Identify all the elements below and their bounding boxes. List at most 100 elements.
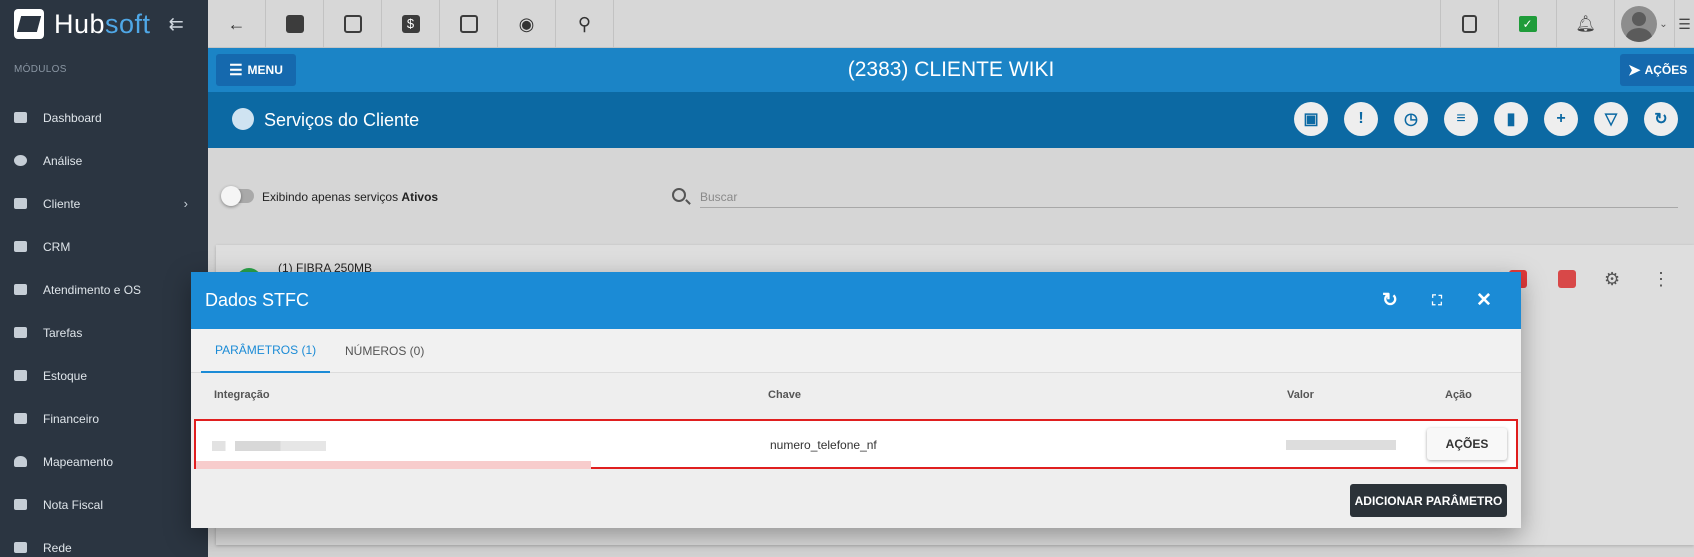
chevron-down-icon: ⌄	[1659, 18, 1668, 30]
check-badge-icon: ✓	[1518, 16, 1537, 32]
client-header: ☰ MENU (2383) CLIENTE WIKI ➤ AÇÕES	[208, 48, 1694, 92]
globe-icon	[232, 108, 254, 130]
alert-message-button[interactable]: !	[1344, 102, 1378, 136]
sidebar-item-label: Dashboard	[43, 110, 102, 125]
brand-wordmark: Hubsoft	[54, 9, 151, 40]
toggle-label: Exibindo apenas serviços Ativos	[262, 190, 438, 204]
pdf-button[interactable]	[1440, 0, 1498, 48]
eye-icon: ◉	[518, 13, 535, 34]
search-icon: ⚲	[577, 13, 592, 34]
sidebar-item-label: CRM	[43, 239, 71, 254]
contact-button[interactable]	[266, 0, 324, 48]
terminal-button[interactable]	[440, 0, 498, 48]
search-input[interactable]	[700, 186, 1678, 208]
pie-chart-icon	[14, 155, 27, 166]
pdf-icon	[1462, 15, 1477, 33]
sidebar: Hubsoft ⇇ MÓDULOS Dashboard Análise Clie…	[0, 0, 208, 557]
sidebar-item-atendimento[interactable]: Atendimento e OS	[0, 268, 208, 311]
invoice-icon[interactable]	[1558, 270, 1576, 288]
view-button[interactable]: ◉	[498, 0, 556, 48]
fullscreen-button[interactable]: ⛶	[1423, 286, 1451, 314]
sidebar-item-dashboard[interactable]: Dashboard	[0, 96, 208, 139]
tab-numeros[interactable]: NÚMEROS (0)	[331, 329, 438, 373]
row-actions-button[interactable]: AÇÕES	[1427, 428, 1507, 460]
fullscreen-icon: ⛶	[1432, 291, 1442, 308]
box-icon	[14, 370, 27, 381]
arrow-collapse-icon[interactable]: ⇇	[169, 14, 184, 35]
sidebar-item-analise[interactable]: Análise	[0, 139, 208, 182]
document-button[interactable]: ▮	[1494, 102, 1528, 136]
calendar-clock-icon	[14, 284, 27, 295]
actions-label: AÇÕES	[1644, 63, 1688, 77]
invoice-icon	[14, 499, 27, 510]
sidebar-item-label: Mapeamento	[43, 454, 114, 469]
reload-button[interactable]: ↻	[1376, 286, 1404, 314]
brand-word-2: soft	[105, 8, 151, 39]
tab-parametros[interactable]: PARÂMETROS (1)	[201, 329, 331, 373]
list-button[interactable]: ≡	[1444, 102, 1478, 136]
filter-button[interactable]: ▽	[1594, 102, 1628, 136]
dialog-title: Dados STFC	[205, 290, 310, 310]
sidebar-item-tarefas[interactable]: Tarefas	[0, 311, 208, 354]
actions-button[interactable]: ➤ AÇÕES	[1620, 54, 1694, 86]
filter-icon: ▽	[1604, 111, 1618, 128]
menu-list-icon: ☰	[1678, 15, 1691, 32]
sidebar-item-financeiro[interactable]: Financeiro	[0, 397, 208, 440]
terminal-icon	[459, 15, 478, 33]
refresh-icon: ↻	[1654, 111, 1668, 128]
map-pin-icon	[14, 456, 27, 467]
gear-icon[interactable]: ⚙	[1604, 270, 1622, 288]
list-menu-button[interactable]: ☰	[1674, 0, 1694, 48]
cell-chave: numero_telefone_nf	[770, 438, 877, 452]
sidebar-item-crm[interactable]: CRM	[0, 225, 208, 268]
blurred-integracao	[212, 441, 326, 451]
finance-button[interactable]: $	[382, 0, 440, 48]
schedule-button[interactable]	[324, 0, 382, 48]
column-header-integracao: Integração	[214, 389, 270, 401]
plus-icon: +	[1556, 110, 1566, 127]
bell-icon: 🔔︎	[1575, 16, 1596, 33]
sidebar-item-label: Financeiro	[43, 411, 100, 426]
add-parameter-button[interactable]: ADICIONAR PARÂMETRO	[1350, 484, 1507, 517]
sidebar-item-nota-fiscal[interactable]: Nota Fiscal	[0, 483, 208, 526]
sidebar-item-label: Nota Fiscal	[43, 497, 104, 512]
toggle-text: Exibindo apenas serviços	[262, 190, 402, 204]
avatar	[1621, 6, 1658, 42]
brand-word-1: Hub	[54, 8, 106, 39]
add-service-button[interactable]: +	[1544, 102, 1578, 136]
dialog-header: Dados STFC ↻ ⛶ ✕	[191, 272, 1521, 329]
user-menu[interactable]: ⌄	[1614, 0, 1674, 48]
back-button[interactable]: ←	[208, 0, 266, 48]
schedule-service-button[interactable]: ◷	[1394, 102, 1428, 136]
refresh-button[interactable]: ↻	[1644, 102, 1678, 136]
gift-button[interactable]: ▣	[1294, 102, 1328, 136]
top-toolbar: ← $ ◉ ⚲ ✓ 🔔︎ ⌄ ☰	[208, 0, 1694, 48]
sidebar-item-rede[interactable]: Rede	[0, 526, 208, 557]
dashboard-icon	[14, 112, 27, 123]
chevron-right-icon: ›	[183, 196, 188, 211]
sidebar-item-cliente[interactable]: Cliente ›	[0, 182, 208, 225]
sidebar-item-label: Atendimento e OS	[43, 282, 142, 297]
briefcase-icon	[14, 327, 27, 338]
tab-label: PARÂMETROS (1)	[215, 343, 317, 357]
sidebar-item-mapeamento[interactable]: Mapeamento	[0, 440, 208, 483]
notifications-button[interactable]: 🔔︎	[1556, 0, 1614, 48]
sidebar-item-estoque[interactable]: Estoque	[0, 354, 208, 397]
close-button[interactable]: ✕	[1470, 286, 1498, 314]
more-vertical-icon[interactable]: ⋮	[1652, 270, 1670, 288]
network-icon	[14, 542, 27, 553]
services-title: Serviços do Cliente	[264, 110, 420, 130]
column-header-valor: Valor	[1287, 389, 1314, 401]
dollar-icon: $	[401, 15, 420, 33]
send-icon: ➤	[1628, 62, 1641, 79]
calendar-clock-icon: ◷	[1404, 111, 1418, 128]
sidebar-item-label: Estoque	[43, 368, 88, 383]
blurred-highlight	[196, 461, 591, 469]
sidebar-item-label: Tarefas	[43, 325, 83, 340]
search-icon	[672, 188, 686, 202]
contact-card-icon	[285, 15, 304, 33]
active-services-toggle[interactable]	[221, 186, 254, 206]
approval-button[interactable]: ✓	[1498, 0, 1556, 48]
search-button[interactable]: ⚲	[556, 0, 614, 48]
services-header: Serviços do Cliente ▣ ! ◷ ≡ ▮ + ▽ ↻	[208, 92, 1694, 148]
